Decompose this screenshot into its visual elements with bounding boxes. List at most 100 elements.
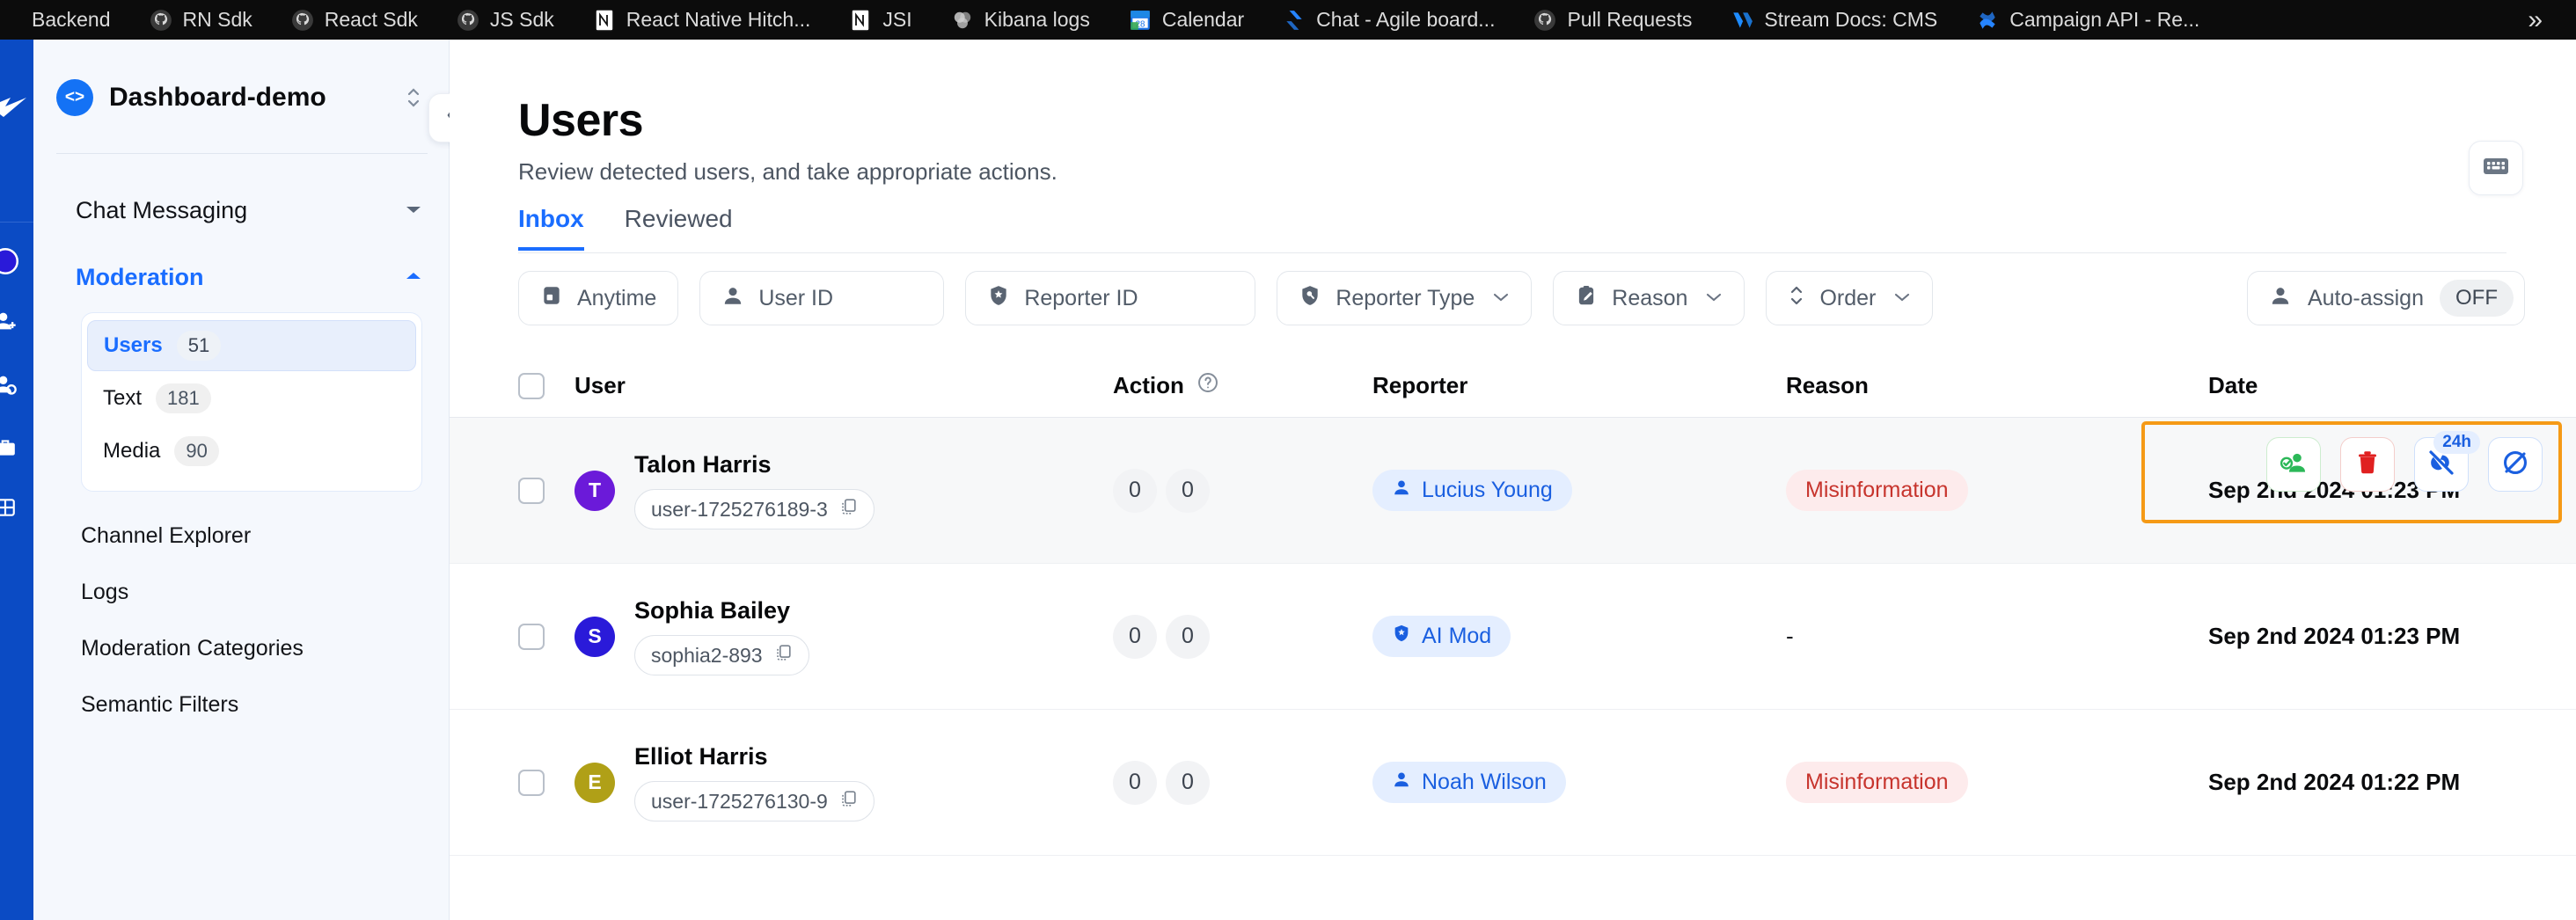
filter-reporter-id[interactable]: Reporter ID [965, 271, 1255, 325]
sidebar-item-label: Moderation Categories [81, 636, 304, 661]
org-name: Dashboard-demo [109, 83, 326, 113]
table-row[interactable]: TTalon Harrisuser-1725276189-300Lucius Y… [450, 418, 2576, 564]
browser-tab[interactable]: Backend [12, 0, 130, 40]
org-switcher[interactable]: <> Dashboard-demo [33, 55, 449, 139]
browser-tab[interactable]: React Native Hitch... [574, 0, 831, 40]
sidebar-group-moderation[interactable]: Moderation [33, 254, 449, 300]
filter-label: User ID [758, 286, 833, 311]
confluence-icon [1976, 9, 1999, 32]
tab-inbox[interactable]: Inbox [518, 205, 584, 251]
browser-tab[interactable]: JSI [830, 0, 931, 40]
row-reporter-pill[interactable]: Lucius Young [1372, 470, 1572, 511]
filter-label: Reporter ID [1024, 286, 1138, 311]
row-user-id[interactable]: user-1725276189-3 [634, 489, 875, 529]
browser-tab[interactable]: RN Sdk [130, 0, 272, 40]
chevron-updown-icon[interactable] [405, 83, 422, 113]
filter-user-id[interactable]: User ID [699, 271, 944, 325]
row-action-counts: 00 [1113, 615, 1372, 659]
app-icon-rail [0, 40, 33, 920]
browser-tab-label: Campaign API - Re... [2009, 8, 2199, 32]
row-reporter-cell: Lucius Young [1372, 470, 1786, 511]
ban-permanent-button[interactable] [2488, 437, 2543, 492]
sidebar-item-text[interactable]: Text 181 [87, 373, 416, 424]
filter-anytime[interactable]: Anytime [518, 271, 678, 325]
tab-reviewed[interactable]: Reviewed [625, 205, 733, 251]
column-header-date: Date [2208, 372, 2576, 399]
delete-user-button[interactable] [2340, 437, 2395, 492]
browser-tab-label: Calendar [1162, 8, 1244, 32]
rail-divider [0, 222, 33, 223]
filter-reporter-type[interactable]: Reporter Type [1277, 271, 1532, 325]
trash-icon [2354, 449, 2381, 480]
sidebar-item-semantic-filters[interactable]: Semantic Filters [33, 676, 449, 733]
rail-item-layout-icon[interactable] [0, 490, 23, 525]
row-checkbox[interactable] [518, 624, 545, 650]
brand-logo-icon [0, 92, 33, 122]
calendar-icon [540, 284, 563, 313]
rail-item-search-users-icon[interactable] [0, 367, 23, 402]
browser-tab[interactable]: Chat - Agile board... [1263, 0, 1514, 40]
row-checkbox[interactable] [518, 770, 545, 796]
user-icon [2269, 284, 2292, 313]
row-action-count-a: 0 [1113, 615, 1157, 659]
sidebar-group-label: Moderation [76, 264, 204, 291]
row-action-count-b: 0 [1166, 761, 1210, 805]
row-reporter-pill[interactable]: AI Mod [1372, 616, 1511, 657]
browser-tab[interactable]: React Sdk [272, 0, 437, 40]
rail-item-avatar[interactable] [0, 244, 23, 279]
table-row[interactable]: EElliot Harrisuser-1725276130-900Noah Wi… [450, 710, 2576, 856]
browser-tab[interactable]: Stream Docs: CMS [1711, 0, 1957, 40]
table-row[interactable]: SSophia Baileysophia2-89300AI Mod-Sep 2n… [450, 564, 2576, 710]
tabs-underline [518, 252, 2506, 253]
row-user-id[interactable]: sophia2-893 [634, 635, 809, 675]
sidebar-item-media[interactable]: Media 90 [87, 426, 416, 477]
sidebar-item-users[interactable]: Users 51 [87, 320, 416, 371]
sidebar-group-label: Chat Messaging [76, 197, 247, 224]
rail-item-add-user-icon[interactable] [0, 303, 23, 339]
sidebar-item-moderation-categories[interactable]: Moderation Categories [33, 620, 449, 676]
row-user-id[interactable]: user-1725276130-9 [634, 781, 875, 821]
ban-duration-badge: 24h [2433, 431, 2480, 454]
sidebar-item-label: Text [103, 386, 142, 411]
sidebar-item-channel-explorer[interactable]: Channel Explorer [33, 507, 449, 564]
auto-assign-toggle[interactable]: Auto-assign OFF [2247, 271, 2525, 325]
row-reporter-name: Lucius Young [1422, 478, 1553, 503]
copy-icon[interactable] [838, 789, 858, 814]
column-header-action: Action [1113, 371, 1372, 400]
page-title: Users [518, 94, 643, 147]
shield-star-icon [987, 284, 1010, 313]
browser-tab[interactable]: Pull Requests [1514, 0, 1711, 40]
browser-tab[interactable]: Campaign API - Re... [1957, 0, 2219, 40]
browser-tab[interactable]: JS Sdk [437, 0, 574, 40]
sidebar-item-label: Semantic Filters [81, 692, 238, 718]
select-all-checkbox[interactable] [518, 373, 545, 399]
stream-icon [1731, 9, 1753, 32]
browser-tab-label: JS Sdk [490, 8, 554, 32]
select-all-cell [518, 373, 574, 399]
column-header-action-label: Action [1113, 372, 1184, 399]
sidebar-item-logs[interactable]: Logs [33, 564, 449, 620]
notion-icon [849, 9, 872, 32]
copy-icon[interactable] [838, 497, 858, 522]
auto-assign-label: Auto-assign [2308, 286, 2424, 311]
kibana-icon [951, 9, 974, 32]
column-header-reporter: Reporter [1372, 372, 1786, 399]
keyboard-shortcuts-button[interactable] [2469, 141, 2523, 195]
filter-order[interactable]: Order [1766, 271, 1933, 325]
browser-tab[interactable]: Kibana logs [932, 0, 1109, 40]
browser-tab-label: RN Sdk [183, 8, 252, 32]
filter-reason[interactable]: Reason [1553, 271, 1745, 325]
row-action-buttons: 24h [2266, 437, 2543, 492]
rail-item-briefcase-icon[interactable] [0, 430, 23, 465]
row-reporter-pill[interactable]: Noah Wilson [1372, 762, 1566, 803]
browser-tab[interactable]: 28Calendar [1109, 0, 1263, 40]
help-icon[interactable] [1197, 371, 1219, 400]
row-reason-cell: - [1786, 623, 2208, 650]
row-checkbox[interactable] [518, 478, 545, 504]
copy-icon[interactable] [773, 643, 793, 668]
tab-overflow-button[interactable]: » [2506, 5, 2564, 35]
approve-user-button[interactable] [2266, 437, 2321, 492]
sidebar-item-label: Logs [81, 580, 128, 605]
ban-24h-button[interactable]: 24h [2414, 437, 2469, 492]
sidebar-group-chat-messaging[interactable]: Chat Messaging [33, 187, 449, 233]
